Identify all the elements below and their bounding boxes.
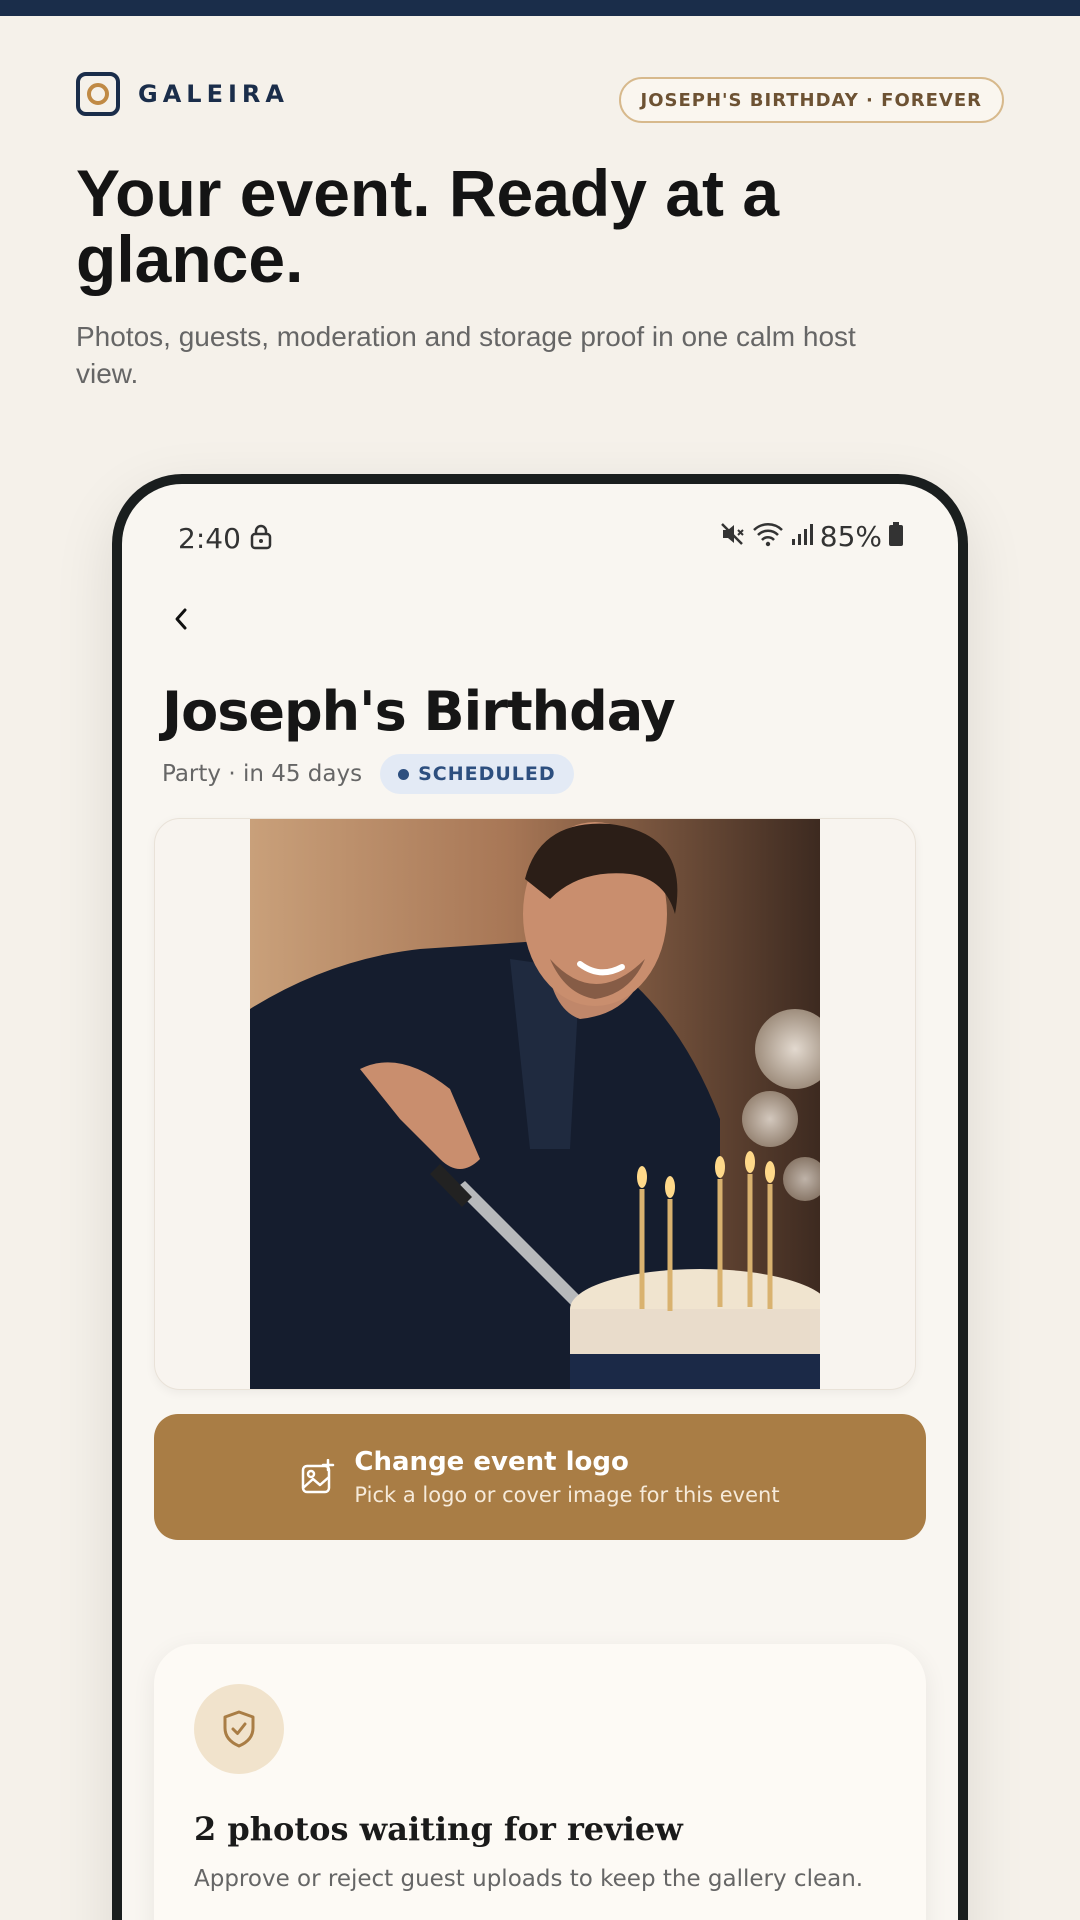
brand: GALEIRA [76,72,289,116]
status-badge: SCHEDULED [380,754,574,794]
add-image-icon [302,1459,335,1494]
status-time: 2:40 [178,522,241,555]
change-logo-title: Change event logo [354,1447,629,1477]
status-icons: 85% [720,520,904,553]
chevron-left-icon [175,608,187,630]
wifi-icon [752,521,784,552]
shield-check-icon [194,1684,284,1774]
change-logo-subtitle: Pick a logo or cover image for this even… [354,1483,780,1507]
mute-icon [720,521,746,552]
top-accent-bar [0,0,1080,16]
status-badge-label: SCHEDULED [418,763,556,785]
phone-frame: 2:40 85% Joseph's Birthday Party · in 45… [112,474,968,1920]
review-card[interactable]: 2 photos waiting for review Approve or r… [154,1644,926,1920]
status-dot-icon [398,768,410,780]
brand-logo-icon [76,72,120,116]
battery-level: 85% [819,520,882,553]
event-pill: JOSEPH'S BIRTHDAY · FOREVER [618,77,1004,123]
event-meta-row: Party · in 45 days SCHEDULED [162,754,574,794]
phone-screen: 2:40 85% Joseph's Birthday Party · in 45… [122,484,958,1920]
event-title: Joseph's Birthday [162,680,676,743]
hero-title: Your event. Ready at a glance. [76,156,780,296]
event-cover-photo [250,819,820,1389]
review-subtitle: Approve or reject guest uploads to keep … [194,1866,864,1892]
battery-icon [888,521,904,552]
back-button[interactable] [156,594,206,644]
lock-icon [250,524,272,555]
hero-subtitle: Photos, guests, moderation and storage p… [76,321,856,389]
event-meta: Party · in 45 days [162,761,363,787]
brand-name: GALEIRA [138,80,289,108]
status-bar: 2:40 85% [122,484,958,574]
review-title: 2 photos waiting for review [194,1810,683,1848]
change-logo-button[interactable]: Change event logo Pick a logo or cover i… [154,1414,926,1540]
signal-icon [790,521,814,552]
event-cover-card[interactable] [154,818,916,1390]
